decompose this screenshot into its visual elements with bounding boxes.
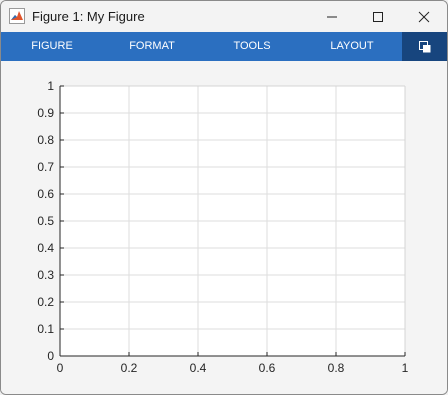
close-icon <box>418 11 430 22</box>
y-tick-label: 0.7 <box>37 160 54 174</box>
toolstrip: FIGURE FORMAT TOOLS LAYOUT <box>1 32 447 61</box>
x-tick-label: 0.4 <box>190 361 207 375</box>
x-tick-label: 1 <box>402 361 409 375</box>
tab-tools[interactable]: TOOLS <box>211 32 293 61</box>
y-tick-label: 0.5 <box>37 214 54 228</box>
minimize-button[interactable] <box>309 1 355 32</box>
x-tick-label: 0 <box>57 361 64 375</box>
tab-figure[interactable]: FIGURE <box>11 32 93 61</box>
tab-format[interactable]: FORMAT <box>109 32 195 61</box>
y-tick-label: 0.4 <box>37 241 54 255</box>
figure-window: Figure 1: My Figure FIGURE FORMAT TOOLS … <box>0 0 448 395</box>
x-tick-label: 0.6 <box>259 361 276 375</box>
matlab-logo-icon <box>9 8 25 24</box>
y-tick-label: 0 <box>47 349 54 363</box>
window-title: Figure 1: My Figure <box>32 9 145 24</box>
y-tick-label: 1 <box>47 79 54 93</box>
undock-button[interactable] <box>402 32 447 61</box>
tab-layout[interactable]: LAYOUT <box>309 32 395 61</box>
x-tick-label: 0.2 <box>121 361 138 375</box>
maximize-button[interactable] <box>355 1 401 32</box>
y-tick-label: 0.2 <box>37 295 54 309</box>
undock-icon <box>418 40 430 52</box>
title-bar[interactable]: Figure 1: My Figure <box>1 1 447 32</box>
y-tick-label: 0.1 <box>37 322 54 336</box>
y-tick-label: 0.3 <box>37 268 54 282</box>
maximize-icon <box>373 11 383 22</box>
y-tick-label: 0.9 <box>37 106 54 120</box>
y-tick-label: 0.8 <box>37 133 54 147</box>
x-tick-label: 0.8 <box>328 361 345 375</box>
axes[interactable]: 0 0.2 0.4 0.6 0.8 1 0 0.1 0.2 0.3 0.4 0.5 0.6 0.7 0.8 0… <box>1 61 447 394</box>
figure-canvas: 0 0.2 0.4 0.6 0.8 1 0 0.1 0.2 0.3 0.4 0.5 0.6 0.7 0.8 0… <box>1 61 447 394</box>
minimize-icon <box>327 16 337 17</box>
grid-layer <box>60 86 405 356</box>
close-button[interactable] <box>401 1 447 32</box>
y-tick-label: 0.6 <box>37 187 54 201</box>
